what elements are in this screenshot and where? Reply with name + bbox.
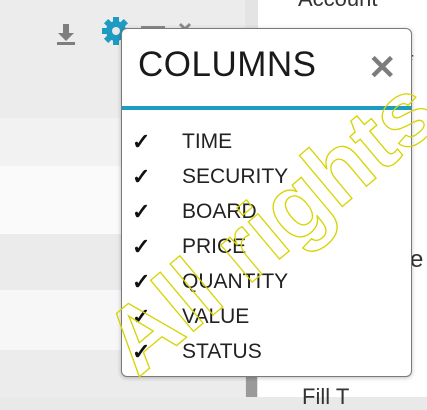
column-option-time[interactable]: ✓ TIME bbox=[132, 124, 288, 159]
column-label: SECURITY bbox=[182, 164, 289, 188]
column-label: VALUE bbox=[182, 304, 250, 328]
checkmark-icon: ✓ bbox=[132, 233, 151, 259]
checkmark-icon: ✓ bbox=[132, 303, 151, 329]
checkmark-icon: ✓ bbox=[132, 128, 151, 154]
checkmark-icon: ✓ bbox=[132, 198, 151, 224]
checkmark-icon: ✓ bbox=[132, 268, 151, 294]
column-label: PRICE bbox=[182, 234, 247, 258]
column-option-quantity[interactable]: ✓ QUANTITY bbox=[132, 264, 288, 299]
column-option-board[interactable]: ✓ BOARD bbox=[132, 194, 288, 229]
columns-popup: COLUMNS ✕ ✓ TIME ✓ SECURITY ✓ BOARD ✓ PR… bbox=[121, 28, 412, 377]
column-option-price[interactable]: ✓ PRICE bbox=[132, 229, 288, 264]
popup-divider bbox=[122, 106, 411, 110]
column-label: QUANTITY bbox=[182, 269, 289, 293]
checkmark-icon: ✓ bbox=[132, 338, 151, 364]
checkmark-icon: ✓ bbox=[132, 163, 151, 189]
download-icon[interactable] bbox=[54, 22, 78, 51]
account-label: Account bbox=[298, 0, 378, 12]
popup-title: COLUMNS bbox=[138, 45, 317, 84]
column-label: STATUS bbox=[182, 339, 262, 363]
column-option-value[interactable]: ✓ VALUE bbox=[132, 299, 288, 334]
column-option-security[interactable]: ✓ SECURITY bbox=[132, 159, 288, 194]
column-label: TIME bbox=[182, 129, 233, 153]
columns-list: ✓ TIME ✓ SECURITY ✓ BOARD ✓ PRICE ✓ QUAN… bbox=[132, 124, 288, 369]
column-label: BOARD bbox=[182, 199, 257, 223]
fill-type-label: Fill T bbox=[302, 384, 350, 409]
column-option-status[interactable]: ✓ STATUS bbox=[132, 334, 288, 369]
close-popup-button[interactable]: ✕ bbox=[368, 51, 397, 85]
partial-label: e bbox=[410, 246, 424, 273]
scrollbar-thumb[interactable] bbox=[246, 375, 257, 397]
